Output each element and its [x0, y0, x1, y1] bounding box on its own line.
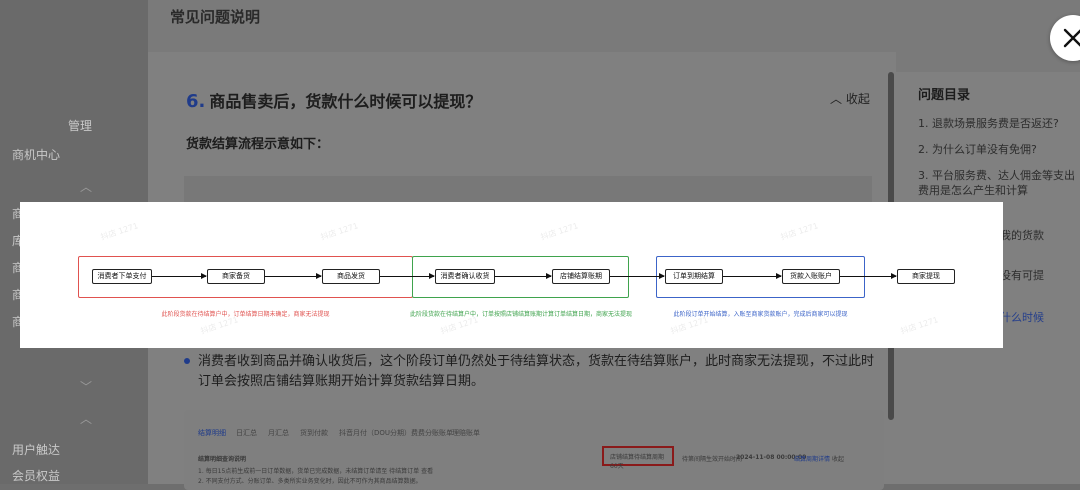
tab-cod: 货到付款 [300, 429, 328, 437]
watermark: 抖店 1271 [779, 221, 820, 242]
watermark: 抖店 1271 [539, 221, 580, 242]
watermark: 抖店 1271 [99, 221, 140, 242]
nav-item-user-reach[interactable]: 用户触达 [12, 441, 60, 458]
watermark: 抖店 1271 [319, 221, 360, 242]
note-confirmed: 此阶段货款在待结算户中，订单按照店铺结算账期计算订单结算日期，商家无法提现 [409, 311, 632, 318]
chevron-up-icon[interactable]: ︿ [80, 178, 92, 195]
chevron-up-icon-small: ︿ [830, 92, 843, 106]
collapse-button[interactable]: ︿ 收起 [830, 90, 870, 107]
tab-claims: 理赔账单 [452, 429, 480, 437]
tab-settlement-detail: 结算明细 [198, 429, 226, 437]
tab-monthly: 月汇总 [268, 429, 289, 437]
nav-item-business-center[interactable]: 商机中心 [12, 146, 60, 163]
watermark: 抖店 1271 [899, 315, 940, 336]
flow-arrow [380, 273, 435, 279]
bullet-paragraph: 消费者收到商品并确认收货后，这个阶段订单仍然处于待结算状态，货款在待结算账户，此… [184, 352, 874, 392]
embedded-screenshot: 结算明细 日汇总 月汇总 货到付款 抖音月付（DOU分期）费费分账账单 理赔账单… [184, 410, 884, 490]
note-pending: 此阶段货款在待结算户中，订单结算日期未确定，商家无法提现 [161, 311, 330, 318]
drawer-title: 常见问题说明 [170, 8, 261, 26]
inner-collapse[interactable]: 收起 [832, 454, 844, 463]
tab-daily: 日汇总 [236, 429, 257, 437]
inner-link[interactable]: 结算周期详情 [794, 454, 830, 463]
flow-node-stocking: 商家备货 [207, 269, 265, 284]
section-subheading: 货款结算流程示意如下： [186, 137, 330, 152]
flow-node-shipped: 商品发货 [322, 269, 380, 284]
nav-group-management: 管理 [68, 119, 93, 133]
flow-arrow [840, 273, 897, 279]
collapse-label: 收起 [845, 92, 870, 106]
bullet-paragraph-text: 消费者收到商品并确认收货后，这个阶段订单仍然处于待结算状态，货款在待结算账户，此… [198, 354, 875, 389]
flow-arrow [495, 273, 552, 279]
highlight-text: 店铺结算待结算周期 60天 [610, 454, 665, 470]
chevron-up-icon-2[interactable]: ︿ [80, 410, 92, 427]
flow-node-receipt-confirmed: 消费者确认收货 [435, 269, 495, 284]
nav-item-member-rights[interactable]: 会员权益 [12, 467, 60, 484]
inner-extra-text: 待第间隔生效开始时间 [682, 456, 743, 463]
chevron-down-icon[interactable]: ﹀ [80, 378, 92, 395]
highlight-box: 店铺结算待结算周期 60天 [602, 446, 674, 470]
flow-node-withdraw: 商家提现 [897, 269, 955, 284]
question-number: 6. [186, 91, 206, 112]
flow-node-settlement-period: 店铺结算账期 [552, 269, 610, 284]
flow-arrow [265, 273, 322, 279]
flow-arrow [152, 273, 207, 279]
toc-title: 问题目录 [918, 88, 971, 103]
inner-section-title: 结算明细查询说明 [198, 456, 247, 463]
close-icon [1063, 28, 1080, 48]
flow-node-credited: 货款入账账户 [782, 269, 840, 284]
toc-item-2[interactable]: 2. 为什么订单没有免佣? [918, 142, 1078, 157]
note-settled: 此阶段订单开始结算，入账至商家货款账户，完成后商家可以提现 [673, 311, 848, 318]
flow-arrow [723, 273, 782, 279]
settlement-flow-image: 抖店 1271 抖店 1271 抖店 1271 抖店 1271 抖店 1271 … [20, 202, 1003, 348]
tab-dou-installment: 抖音月付（DOU分期）费费分账账单 [339, 429, 454, 437]
inner-line-1: 1. 每日15点前生成前一日订单数据，货单已完成数据，未结算订单请至 待结算订单… [198, 468, 434, 475]
flow-node-order-paid: 消费者下单支付 [92, 269, 152, 284]
flow-node-due-settlement: 订单到期结算 [665, 269, 723, 284]
question-text: 商品售卖后，货款什么时候可以提现？ [209, 92, 482, 111]
toc-item-3[interactable]: 3. 平台服务费、达人佣金等支出费用是怎么产生和计算 [918, 168, 1078, 198]
flow-arrow [610, 273, 665, 279]
toc-item-1[interactable]: 1. 退款场景服务费是否返还? [918, 116, 1078, 131]
question-title: 6. 商品售卖后，货款什么时候可以提现？ [186, 88, 481, 112]
